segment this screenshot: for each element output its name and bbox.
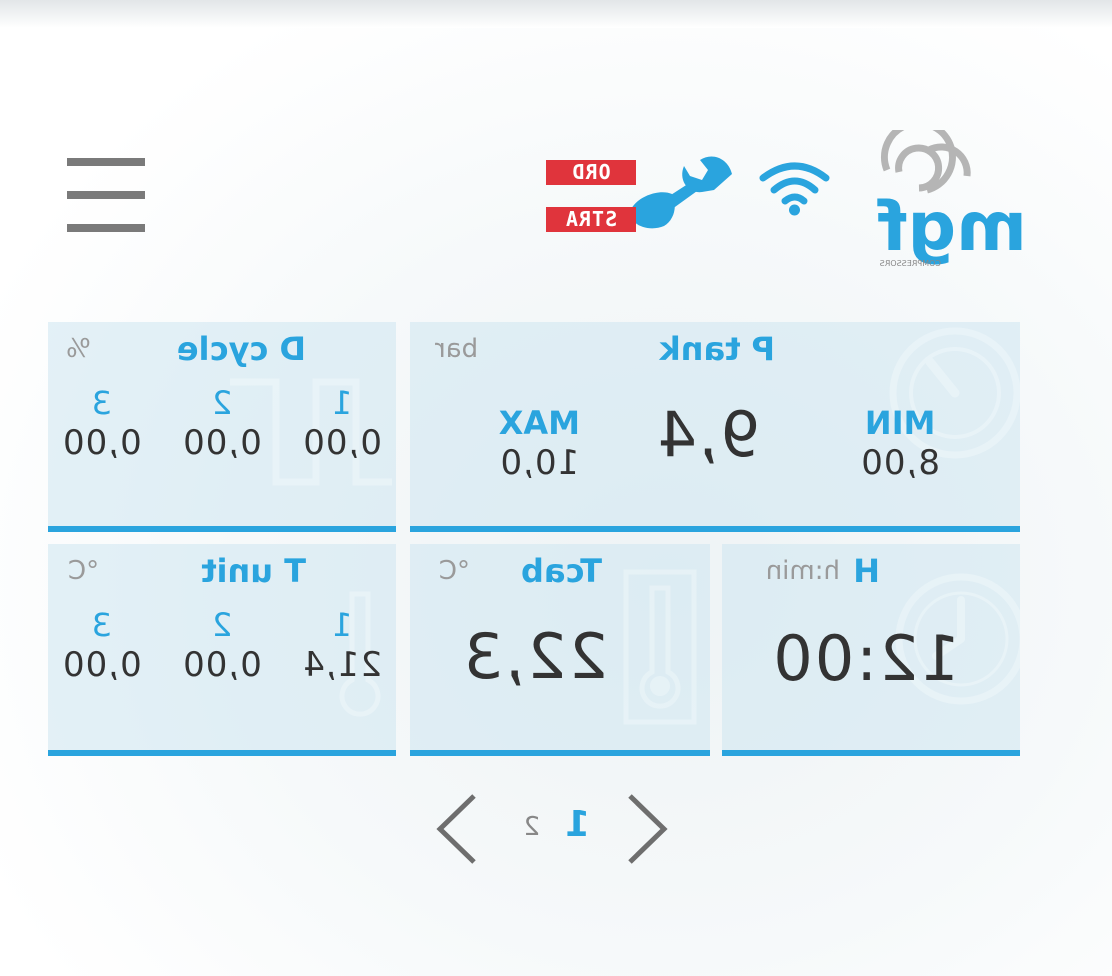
- temp-col-3: 3 0,00: [62, 606, 142, 685]
- page-1[interactable]: 1: [565, 804, 590, 845]
- max-block: MAX 10,0: [499, 404, 580, 484]
- pagination: 1 2: [432, 790, 672, 870]
- max-value: 10,0: [499, 443, 580, 483]
- pressure-value: 9,4: [655, 398, 760, 471]
- min-value: 8,00: [860, 443, 940, 483]
- wifi-icon: [757, 158, 832, 216]
- temp-col-1: 1 21,4: [302, 606, 382, 685]
- cycle-col-2: 2 0,00: [182, 384, 262, 463]
- card-unit: °C: [68, 556, 100, 586]
- temp-col-2: 2 0,00: [182, 606, 262, 685]
- card-title: D cycle: [176, 330, 306, 368]
- mgf-logo: mgf COMPRESSORS: [867, 119, 1027, 270]
- wrench-icon[interactable]: [622, 150, 734, 232]
- card-title: Tcab: [520, 552, 602, 590]
- mirrored-screen: mgf COMPRESSORS ORD STRA P tank bar MIN …: [0, 0, 1112, 976]
- t-unit-card[interactable]: T unit °C 1 21,4 2 0,00 3 0,00: [48, 544, 396, 756]
- card-unit: °C: [438, 556, 470, 586]
- cycle-columns: 1 0,00 2 0,00 3 0,00: [62, 384, 382, 464]
- card-title: H: [853, 552, 880, 590]
- temp-columns: 1 21,4 2 0,00 3 0,00: [62, 606, 382, 686]
- card-unit: h:min: [765, 556, 840, 586]
- time-value: 12:00: [771, 622, 960, 695]
- logo-text: mgf: [876, 188, 1027, 267]
- card-unit: %: [66, 334, 91, 364]
- logo-subtext: COMPRESSORS: [880, 259, 941, 268]
- d-cycle-card[interactable]: D cycle % 1 0,00 2 0,00 3 0,00: [48, 322, 396, 532]
- cabinet-temp-value: 22,3: [461, 620, 608, 693]
- hour-card[interactable]: H h:min 12:00: [722, 544, 1020, 756]
- p-tank-card[interactable]: P tank bar MIN 8,00 9,4 MAX 10,0: [410, 322, 1020, 532]
- min-block: MIN 8,00: [860, 404, 940, 484]
- page-2[interactable]: 2: [523, 812, 540, 842]
- max-label: MAX: [498, 404, 580, 442]
- chevron-left-icon[interactable]: [622, 790, 672, 868]
- menu-icon[interactable]: [67, 158, 145, 236]
- cycle-col-1: 1 0,00: [302, 384, 382, 463]
- chevron-right-icon[interactable]: [432, 790, 482, 868]
- min-label: MIN: [864, 404, 936, 442]
- card-title: T unit: [201, 552, 306, 590]
- card-unit: bar: [435, 334, 479, 364]
- thermometer-icon: [623, 569, 697, 725]
- card-title: P tank: [659, 330, 775, 368]
- t-cab-card[interactable]: Tcab °C 22,3: [410, 544, 710, 756]
- status-tag-stra: STRA: [546, 207, 636, 232]
- status-tag-ord: ORD: [546, 160, 636, 185]
- cycle-col-3: 3 0,00: [62, 384, 142, 463]
- status-tags: ORD STRA: [546, 160, 636, 254]
